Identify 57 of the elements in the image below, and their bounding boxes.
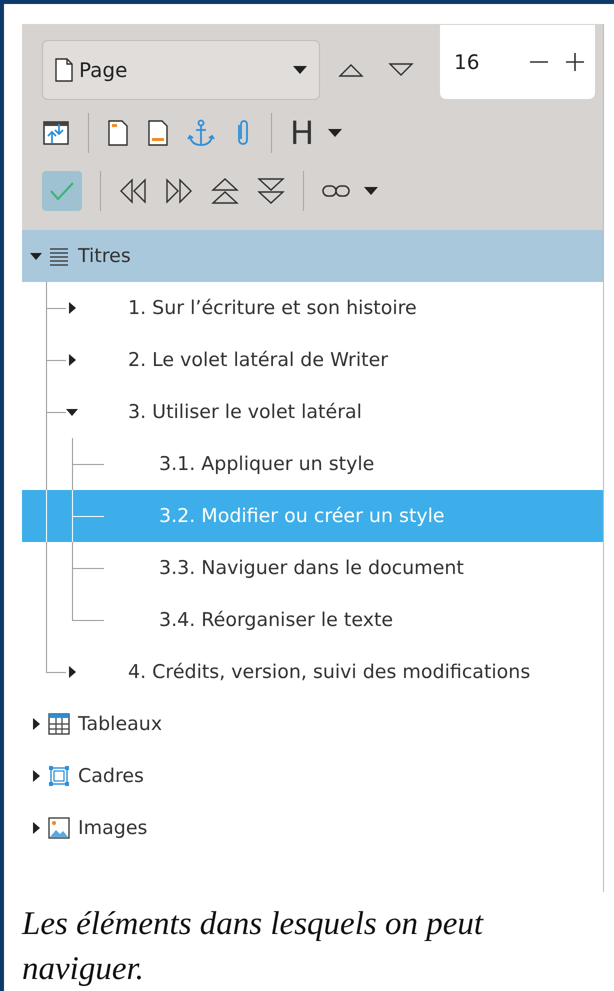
navigate-by-dropdown[interactable]: Page bbox=[42, 40, 320, 100]
content-navigation-toggle[interactable] bbox=[42, 171, 82, 211]
tree-item-label: 3. Utiliser le volet latéral bbox=[128, 401, 362, 423]
tree-item[interactable]: 3. Utiliser le volet latéral bbox=[22, 386, 603, 438]
image-icon bbox=[48, 817, 70, 839]
tree-item-label: 3.3. Naviguer dans le document bbox=[159, 557, 464, 579]
caret-icon bbox=[293, 66, 307, 74]
double-right-arrow-icon[interactable] bbox=[165, 178, 193, 204]
tree-item-label: 2. Le volet latéral de Writer bbox=[128, 349, 388, 371]
tree-item[interactable]: Cadres bbox=[22, 750, 603, 802]
checkmark-icon bbox=[49, 180, 75, 202]
double-down-arrow-icon[interactable] bbox=[257, 177, 285, 205]
toggle-panel-icon[interactable] bbox=[42, 119, 70, 147]
page-number-field[interactable]: 16 bbox=[440, 25, 595, 99]
tree-item[interactable]: 3.1. Appliquer un style bbox=[22, 438, 603, 490]
tree-item[interactable]: 3.4. Réorganiser le texte bbox=[22, 594, 603, 646]
page-icon bbox=[55, 58, 73, 82]
caret-icon bbox=[328, 129, 342, 137]
tree-item[interactable]: 3.3. Naviguer dans le document bbox=[22, 542, 603, 594]
next-triangle-icon[interactable] bbox=[388, 63, 414, 77]
link-dropdown[interactable] bbox=[322, 184, 378, 198]
collapsed-arrow-icon[interactable] bbox=[30, 822, 42, 834]
tree-item-label: 4. Crédits, version, suivi des modifications bbox=[128, 661, 530, 683]
tree-item[interactable]: 4. Crédits, version, suivi des modifications bbox=[22, 646, 603, 698]
plus-icon[interactable] bbox=[565, 52, 585, 72]
collapsed-arrow-icon[interactable] bbox=[66, 354, 78, 366]
expanded-arrow-icon[interactable] bbox=[30, 250, 42, 262]
headings-icon bbox=[48, 246, 70, 266]
tree-item-label: Cadres bbox=[78, 765, 144, 787]
heading-level-dropdown[interactable]: H bbox=[290, 114, 342, 152]
tree-item-label: 3.2. Modifier ou créer un style bbox=[159, 505, 445, 527]
tree-item[interactable]: Tableaux bbox=[22, 698, 603, 750]
page-header-icon[interactable] bbox=[107, 119, 129, 147]
tree-item-label: 1. Sur l’écriture et son histoire bbox=[128, 297, 417, 319]
collapsed-arrow-icon[interactable] bbox=[66, 666, 78, 678]
tree-item[interactable]: 2. Le volet latéral de Writer bbox=[22, 334, 603, 386]
tree-item[interactable]: Titres bbox=[22, 230, 603, 282]
caret-icon bbox=[364, 187, 378, 195]
tree-item[interactable]: Images bbox=[22, 802, 603, 854]
tree-item[interactable]: 1. Sur l’écriture et son histoire bbox=[22, 282, 603, 334]
table-icon bbox=[48, 713, 70, 735]
expanded-arrow-icon[interactable] bbox=[66, 406, 78, 418]
tree-item-label: 3.1. Appliquer un style bbox=[159, 453, 374, 475]
link-icon bbox=[322, 184, 350, 198]
double-up-arrow-icon[interactable] bbox=[211, 177, 239, 205]
collapsed-arrow-icon[interactable] bbox=[66, 302, 78, 314]
previous-triangle-icon[interactable] bbox=[338, 63, 364, 77]
tree-item-label: Tableaux bbox=[78, 713, 162, 735]
collapsed-arrow-icon[interactable] bbox=[30, 770, 42, 782]
page-footer-icon[interactable] bbox=[147, 119, 169, 147]
caption: Les éléments dans lesquels on peut naviguer. bbox=[22, 905, 485, 989]
tree-item-label: 3.4. Réorganiser le texte bbox=[159, 609, 394, 631]
double-left-arrow-icon[interactable] bbox=[119, 178, 147, 204]
frame-icon bbox=[48, 765, 70, 787]
collapsed-arrow-icon[interactable] bbox=[30, 718, 42, 730]
tree-item-label: Images bbox=[78, 817, 148, 839]
tree-item-label: Titres bbox=[78, 245, 131, 267]
